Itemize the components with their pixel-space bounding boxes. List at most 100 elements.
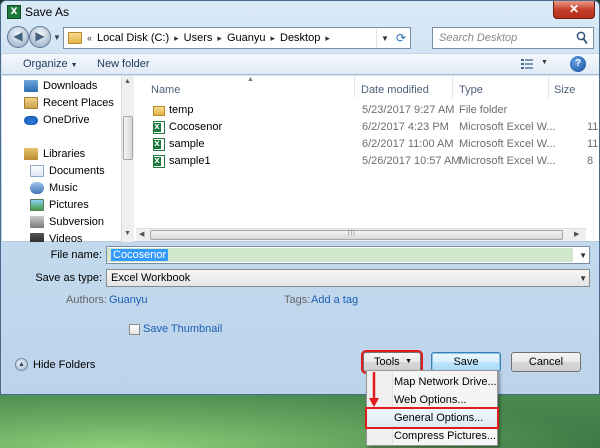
file-row-sample[interactable]: sample 6/2/2017 11:00 AM Microsoft Excel…	[136, 136, 599, 153]
sidebar-item-pictures[interactable]: Pictures	[30, 199, 89, 211]
menu-item-web-options[interactable]: Web Options...	[367, 391, 497, 409]
excel-app-icon: X	[7, 5, 21, 19]
refresh-icon[interactable]: ⟳	[396, 31, 406, 45]
file-size: 11	[587, 138, 599, 150]
file-name: sample	[169, 138, 205, 150]
file-name-field[interactable]: Cocosenor ▼	[106, 246, 590, 264]
close-button[interactable]: ✕	[553, 1, 595, 19]
sidebar-item-label: Subversion	[49, 216, 105, 228]
search-icon[interactable]	[576, 31, 588, 45]
file-type: Microsoft Excel W...	[459, 121, 556, 133]
sidebar-item-subversion[interactable]: Subversion	[30, 216, 104, 228]
horizontal-scroll-thumb[interactable]	[150, 230, 563, 240]
chevron-right-icon[interactable]: ▸	[217, 33, 222, 44]
breadcrumb-users[interactable]: Users	[184, 32, 213, 44]
breadcrumb-overflow[interactable]: «	[87, 33, 92, 43]
sidebar-item-downloads[interactable]: Downloads	[24, 80, 97, 92]
file-row-cocosenor[interactable]: Cocosenor 6/2/2017 4:23 PM Microsoft Exc…	[136, 119, 599, 136]
help-icon[interactable]: ?	[570, 56, 586, 72]
tools-menu: Map Network Drive... Web Options... Gene…	[365, 370, 499, 446]
address-bar[interactable]: « Local Disk (C:) ▸ Users ▸ Guanyu ▸ Des…	[63, 27, 411, 49]
documents-icon	[30, 165, 44, 177]
save-as-dialog: X Save As ✕ ◀ ▶ ▼ « Local Disk (C:) ▸ Us…	[0, 0, 600, 395]
chevron-right-icon[interactable]: ▸	[270, 33, 275, 44]
breadcrumb-guanyu[interactable]: Guanyu	[227, 32, 266, 44]
column-divider[interactable]	[354, 76, 355, 98]
tags-label: Tags:	[284, 294, 311, 306]
sidebar-item-libraries[interactable]: Libraries	[24, 148, 85, 160]
menu-item-general-options[interactable]: General Options...	[365, 407, 499, 429]
save-as-type-select[interactable]: Excel Workbook ▼	[106, 269, 590, 287]
onedrive-icon	[24, 115, 38, 125]
hide-folders-label: Hide Folders	[33, 358, 96, 371]
column-divider[interactable]	[452, 76, 453, 98]
tools-label: Tools	[374, 356, 400, 368]
folder-icon	[153, 106, 165, 116]
hide-folders-button[interactable]: ▲ Hide Folders	[15, 358, 95, 371]
sidebar-item-label: Recent Places	[43, 97, 114, 109]
change-view-icon[interactable]	[520, 57, 534, 71]
authors-value[interactable]: Guanyu	[109, 294, 148, 306]
sidebar-item-label: Libraries	[43, 148, 86, 160]
authors-label: Authors:	[66, 294, 107, 306]
save-thumbnail-label[interactable]: Save Thumbnail	[143, 323, 222, 335]
view-options-dropdown-icon[interactable]: ▼	[541, 59, 548, 66]
breadcrumb-local-disk[interactable]: Local Disk (C:)	[97, 32, 169, 44]
horizontal-scrollbar[interactable]: ◀ ||| ▶	[136, 228, 586, 241]
browser-pane: Downloads Recent Places OneDrive Librari…	[2, 76, 599, 242]
back-button[interactable]: ◀	[7, 26, 29, 48]
organize-label: Organize	[23, 58, 68, 70]
sidebar-scrollbar[interactable]: ▲ ▼	[121, 76, 134, 242]
scroll-right-icon[interactable]: ▶	[574, 230, 579, 238]
excel-file-icon	[153, 138, 165, 151]
sidebar-item-label: Pictures	[49, 199, 89, 211]
scroll-left-icon[interactable]: ◀	[139, 230, 144, 238]
file-date: 5/26/2017 10:57 AM	[362, 155, 461, 167]
file-row-temp[interactable]: temp 5/23/2017 9:27 AM File folder	[136, 102, 599, 119]
search-box[interactable]: Search Desktop	[432, 27, 594, 49]
new-folder-button[interactable]: New folder	[97, 58, 150, 70]
chevron-down-icon[interactable]: ▼	[579, 251, 587, 260]
sidebar-item-onedrive[interactable]: OneDrive	[24, 114, 89, 126]
column-header-name[interactable]: Name	[151, 84, 180, 96]
title-bar: X Save As ✕	[1, 1, 599, 23]
navigation-bar: ◀ ▶ ▼ « Local Disk (C:) ▸ Users ▸ Guanyu…	[1, 25, 599, 51]
sidebar-item-recent-places[interactable]: Recent Places	[24, 97, 114, 109]
sidebar-item-label: Music	[49, 182, 78, 194]
recent-locations-dropdown-icon[interactable]: ▼	[53, 33, 61, 42]
save-as-type-label: Save as type:	[35, 272, 102, 284]
save-thumbnail-checkbox[interactable]	[129, 324, 140, 335]
chevron-down-icon[interactable]: ▼	[579, 274, 587, 283]
address-controls: ▼ ⟳	[376, 28, 410, 48]
column-header-date-modified[interactable]: Date modified	[361, 84, 429, 96]
navigation-pane: Downloads Recent Places OneDrive Librari…	[2, 76, 135, 242]
save-button[interactable]: Save	[431, 352, 501, 372]
forward-button[interactable]: ▶	[29, 26, 51, 48]
tools-button[interactable]: Tools ▼	[361, 350, 423, 374]
scroll-down-icon[interactable]: ▼	[124, 230, 131, 237]
sidebar-item-label: Documents	[49, 165, 105, 177]
scroll-up-icon[interactable]: ▲	[124, 78, 131, 85]
file-date: 6/2/2017 4:23 PM	[362, 121, 449, 133]
column-header-type[interactable]: Type	[459, 84, 483, 96]
organize-button[interactable]: Organize ▼	[23, 58, 78, 70]
chevron-right-icon[interactable]: ▸	[174, 33, 179, 44]
sidebar-item-music[interactable]: Music	[30, 182, 78, 194]
menu-item-map-network-drive[interactable]: Map Network Drive...	[367, 373, 497, 391]
sidebar-item-documents[interactable]: Documents	[30, 165, 105, 177]
column-divider[interactable]	[548, 76, 549, 98]
sidebar-item-videos[interactable]: Videos	[30, 233, 82, 242]
sidebar-scroll-thumb[interactable]	[123, 116, 133, 160]
file-row-sample1[interactable]: sample1 5/26/2017 10:57 AM Microsoft Exc…	[136, 153, 599, 170]
column-header-size[interactable]: Size	[554, 84, 575, 96]
address-dropdown-icon[interactable]: ▼	[381, 34, 389, 43]
menu-item-label: General Options...	[394, 412, 484, 424]
menu-item-compress-pictures[interactable]: Compress Pictures...	[367, 427, 497, 445]
chevron-right-icon[interactable]: ▸	[325, 33, 330, 44]
music-icon	[30, 182, 44, 194]
add-tag-link[interactable]: Add a tag	[311, 294, 358, 306]
cancel-button[interactable]: Cancel	[511, 352, 581, 372]
desktop-background	[0, 388, 600, 448]
breadcrumb-desktop[interactable]: Desktop	[280, 32, 320, 44]
file-type: File folder	[459, 104, 508, 116]
